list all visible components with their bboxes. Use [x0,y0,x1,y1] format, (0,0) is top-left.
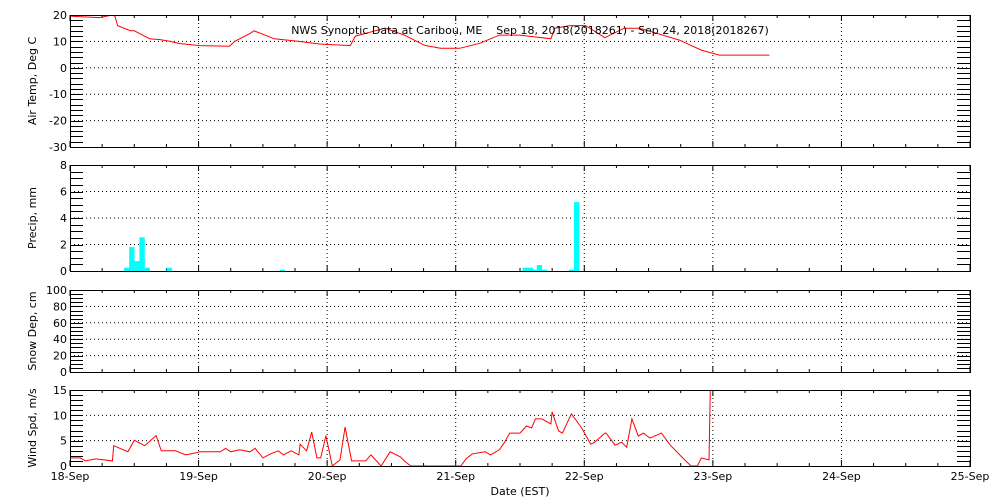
wind-speed-ytick-label: 10 [53,409,67,422]
precip-panel: 8 6 4 2 0 Precip, mm [26,159,971,278]
xtick-label: 22-Sep [565,470,604,483]
x-axis-label: Date (EST) [490,485,549,498]
snow-depth-ytick-label: 80 [53,300,67,313]
precip-bar [522,267,528,271]
wind-speed-ytick-label: 15 [53,384,67,397]
precip-bar [279,269,285,271]
wind-speed-ylabel: Wind Spd, m/s [26,388,39,468]
precip-ytick-label: 2 [60,239,67,252]
precip-bar [568,269,575,271]
air-temp-ytick-label: 10 [53,35,67,48]
precip-ytick-label: 8 [60,159,67,172]
xtick-label: 21-Sep [436,470,475,483]
precip-ytick-label: 4 [60,212,67,225]
air-temp-ytick-label: 0 [60,62,67,75]
air-temp-ytick-label: 20 [53,9,67,22]
precip-bar [541,269,548,271]
chart-svg: 20100-10-20-30Air Temp, Deg CNWS Synopti… [26,9,990,498]
air-temp-ytick-label: -10 [49,88,67,101]
snow-depth-ylabel: Snow Dep, cm [26,291,39,370]
precip-ylabel: Precip, mm [26,187,39,249]
air-temp-panel: 20 10 0 -10 -20 -30 Air Temp, Deg C NWS Synopti… [26,9,971,154]
wind-speed-panel: 151050Wind Spd, m/s [26,384,971,473]
snow-depth-ytick-label: 0 [60,366,67,379]
precip-bar [134,261,140,271]
snow-depth-ytick-label: 100 [46,284,67,297]
xtick-label: 24-Sep [822,470,861,483]
precip-ytick-label: 6 [60,186,67,199]
snow-depth-frame [70,290,971,373]
xtick-label: 18-Sep [51,470,90,483]
air-temp-ytick-label: -30 [49,141,67,154]
snow-depth-ytick-label: 40 [53,333,67,346]
air-temp-ytick-label: -20 [49,115,67,128]
precip-bar [139,237,145,271]
wind-speed-frame [70,390,971,467]
xtick-label: 25-Sep [951,470,990,483]
chart-figure: 20 10 0 -10 -20 -30 Air Temp, Deg C NWS Synopti… [0,0,1000,500]
xtick-label: 19-Sep [179,470,218,483]
precip-bar [536,265,543,271]
precip-bar [574,202,580,271]
xtick-label: 20-Sep [308,470,347,483]
precip-frame [70,165,971,272]
xtick-label: 23-Sep [694,470,733,483]
snow-depth-ytick-label: 20 [53,350,67,363]
air-temp-ylabel: Air Temp, Deg C [26,37,39,126]
chart-title: NWS Synoptic Data at Caribou, ME Sep 18,… [291,24,769,37]
precip-bar [144,267,150,271]
precip-ytick-label: 0 [60,265,67,278]
precip-bar [527,267,534,271]
precip-bar [166,267,172,271]
snow-depth-panel: 100 80 60 40 20 0 Snow Dep, cm [26,284,971,379]
precip-bar [129,247,135,271]
precip-bar [124,267,130,271]
wind-speed-ytick-label: 5 [60,435,67,448]
snow-depth-ytick-label: 60 [53,317,67,330]
